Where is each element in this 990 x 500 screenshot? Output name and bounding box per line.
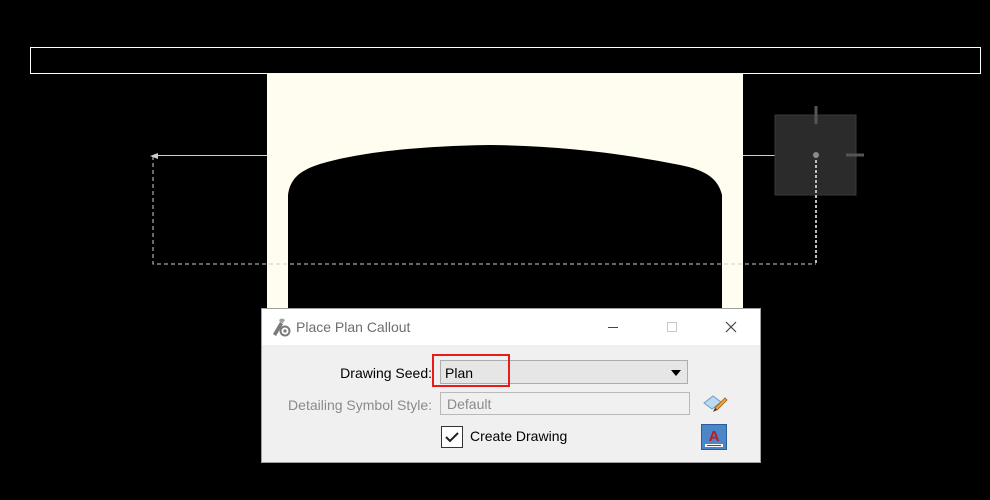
detailing-symbol-style-value: Default [447, 396, 492, 412]
chevron-down-icon [671, 370, 681, 376]
pencil-eraser-icon[interactable] [701, 391, 729, 417]
minimize-icon [608, 327, 618, 328]
detailing-symbol-style-label: Detailing Symbol Style: [288, 397, 432, 413]
checkmark-icon [445, 432, 459, 443]
callout-arrow-left [150, 153, 158, 159]
create-drawing-checkbox[interactable] [441, 426, 463, 448]
dialog-titlebar[interactable]: Place Plan Callout [262, 309, 760, 345]
arch-wall-shape [267, 73, 743, 308]
close-button[interactable] [702, 309, 760, 345]
border-rectangle [30, 47, 981, 74]
drawing-seed-label: Drawing Seed: [340, 365, 432, 381]
tool-settings-icon [273, 318, 291, 337]
a-button-text: A [709, 428, 720, 445]
red-highlight-box [432, 354, 510, 387]
close-icon [725, 321, 737, 333]
place-plan-callout-dialog: Place Plan Callout Drawing Seed: Plan De… [261, 308, 761, 463]
cursor-point [813, 152, 819, 158]
minimize-button[interactable] [584, 309, 642, 345]
maximize-icon [667, 322, 677, 332]
maximize-button[interactable] [643, 309, 701, 345]
create-drawing-label[interactable]: Create Drawing [470, 428, 567, 444]
text-annotation-button[interactable]: A [701, 424, 727, 450]
text-annotation-icon: A [705, 428, 723, 447]
dialog-title: Place Plan Callout [296, 319, 411, 335]
detailing-symbol-style-field: Default [440, 392, 690, 415]
